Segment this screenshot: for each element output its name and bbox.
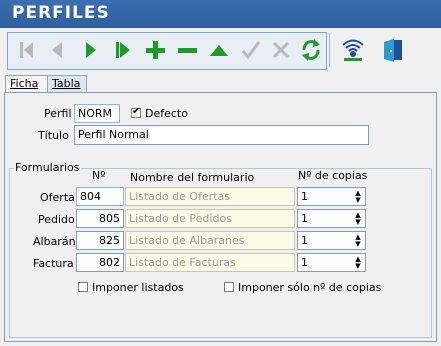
copies-field[interactable]: 1 ▲ ▼ bbox=[297, 231, 366, 250]
imponer-listados-checkbox[interactable] bbox=[78, 282, 88, 292]
formularios-group-label: Formularios bbox=[14, 161, 81, 174]
defecto-label: Defecto bbox=[145, 107, 188, 120]
spin-down-icon: ▼ bbox=[355, 195, 361, 204]
exit-button[interactable] bbox=[378, 35, 408, 65]
wireless-signal-icon bbox=[342, 39, 364, 61]
column-header-copies: Nº de copias bbox=[298, 169, 368, 182]
tab-tabla-label: Tabla bbox=[52, 77, 81, 90]
form-number-field[interactable]: 804 bbox=[76, 187, 124, 206]
first-record-icon bbox=[20, 42, 33, 58]
form-row-label: Pedido bbox=[38, 213, 75, 226]
first-record-button[interactable] bbox=[12, 35, 42, 65]
connection-button[interactable] bbox=[338, 35, 368, 65]
confirm-button[interactable] bbox=[236, 35, 266, 65]
form-name-field: Listado de Ofertas bbox=[125, 187, 295, 206]
add-record-button[interactable] bbox=[140, 35, 170, 65]
spin-down-icon: ▼ bbox=[355, 217, 361, 226]
spin-down-icon: ▼ bbox=[355, 239, 361, 248]
imponer-listados-label: Imponer listados bbox=[92, 281, 184, 294]
form-name-field: Listado de Pedidos bbox=[125, 209, 295, 228]
form-name-field: Listado de Facturas bbox=[125, 253, 295, 272]
imponer-copias-label: Imponer sólo nº de copias bbox=[238, 281, 382, 294]
defecto-checkbox[interactable] bbox=[131, 106, 141, 118]
titulo-field[interactable]: Perfil Normal bbox=[74, 125, 369, 145]
form-name-field: Listado de Albaranes bbox=[125, 231, 295, 250]
perfil-label: Perfil bbox=[44, 107, 72, 120]
last-record-button[interactable] bbox=[108, 35, 138, 65]
copies-field[interactable]: 1 ▲ ▼ bbox=[297, 253, 366, 272]
form-number-field[interactable]: 802 bbox=[76, 253, 124, 272]
copies-spinner[interactable]: ▲ ▼ bbox=[351, 232, 365, 249]
refresh-button[interactable] bbox=[296, 35, 326, 65]
copies-value: 1 bbox=[301, 212, 308, 225]
title-bar: PERFILES bbox=[0, 0, 441, 28]
cancel-button[interactable] bbox=[266, 35, 296, 65]
imponer-copias-checkbox[interactable] bbox=[224, 282, 234, 292]
next-record-button[interactable] bbox=[76, 35, 106, 65]
cross-icon bbox=[272, 41, 290, 59]
form-number-field[interactable]: 825 bbox=[76, 231, 124, 250]
copies-spinner[interactable]: ▲ ▼ bbox=[351, 188, 365, 205]
window-title: PERFILES bbox=[12, 3, 110, 23]
next-record-icon bbox=[86, 42, 96, 58]
titulo-label: Título bbox=[38, 129, 69, 142]
copies-value: 1 bbox=[301, 190, 308, 203]
navigation-toolbar bbox=[7, 32, 327, 70]
checkmark-icon bbox=[241, 41, 261, 60]
previous-record-icon bbox=[52, 42, 62, 58]
exit-door-icon bbox=[384, 39, 402, 62]
tab-ficha-label: Ficha bbox=[10, 77, 39, 90]
form-number-field[interactable]: 805 bbox=[76, 209, 124, 228]
refresh-icon bbox=[302, 39, 320, 61]
minus-icon bbox=[178, 48, 197, 53]
copies-value: 1 bbox=[301, 234, 308, 247]
previous-record-button[interactable] bbox=[42, 35, 72, 65]
perfil-field[interactable]: NORM bbox=[74, 104, 120, 123]
copies-value: 1 bbox=[301, 256, 308, 269]
copies-spinner[interactable]: ▲ ▼ bbox=[351, 254, 365, 271]
column-header-name: Nombre del formulario bbox=[130, 171, 255, 184]
copies-field[interactable]: 1 ▲ ▼ bbox=[297, 187, 366, 206]
triangle-up-icon bbox=[210, 45, 228, 56]
edit-record-button[interactable] bbox=[204, 35, 234, 65]
column-header-num: Nº bbox=[92, 169, 106, 182]
plus-icon bbox=[146, 41, 165, 59]
delete-record-button[interactable] bbox=[172, 35, 202, 65]
form-row-label: Factura bbox=[33, 257, 74, 270]
copies-field[interactable]: 1 ▲ ▼ bbox=[297, 209, 366, 228]
form-row-label: Albarán bbox=[33, 235, 76, 248]
spin-down-icon: ▼ bbox=[355, 261, 361, 270]
tab-tabla[interactable]: Tabla bbox=[47, 75, 87, 93]
toolbar-separator bbox=[329, 33, 330, 67]
form-row-label: Oferta bbox=[40, 191, 75, 204]
last-record-icon bbox=[116, 42, 130, 58]
copies-spinner[interactable]: ▲ ▼ bbox=[351, 210, 365, 227]
